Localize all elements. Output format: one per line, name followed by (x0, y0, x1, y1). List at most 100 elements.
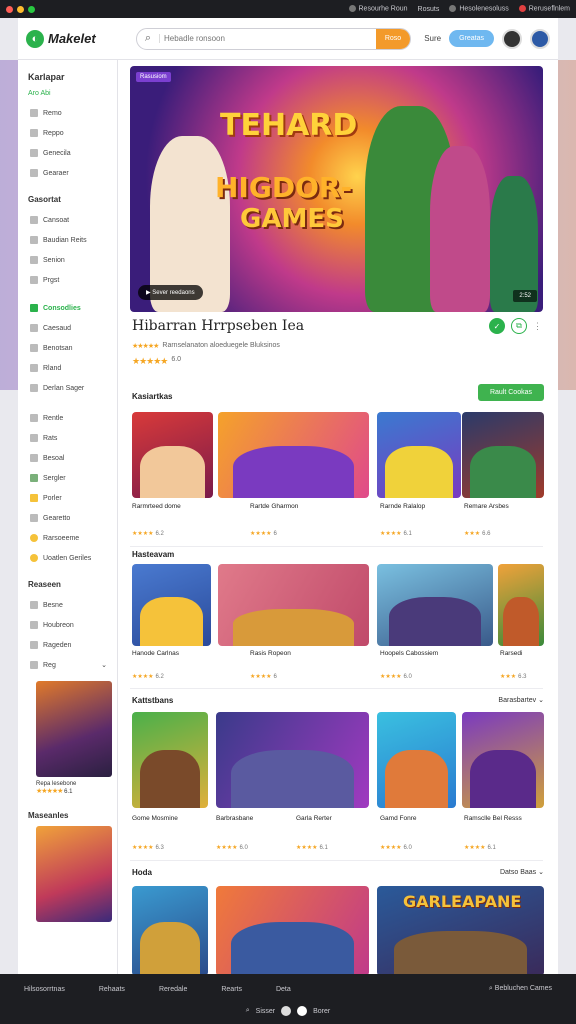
sidebar-item[interactable]: Prgst (24, 270, 111, 290)
game-card[interactable] (377, 564, 493, 646)
topbar-link[interactable]: Rosuts (418, 6, 440, 13)
search-button[interactable]: Roso (376, 28, 410, 49)
search-input[interactable] (159, 34, 376, 43)
check-icon[interactable]: ✓ (489, 318, 505, 334)
star-rating-icon: ★★★★★ (132, 356, 168, 366)
game-card[interactable]: GARLEAPANE (377, 886, 544, 974)
game-card[interactable] (216, 886, 369, 974)
featured-title-row: Hibarran Hrrpseben Iea ✓ ⧉ ⋮ (132, 318, 542, 334)
game-card[interactable] (132, 412, 213, 498)
card-art (233, 609, 354, 646)
card-art (139, 750, 201, 808)
section-title: Hoda (132, 868, 152, 877)
game-card[interactable] (377, 712, 456, 808)
sidebar-item[interactable]: Derlan Sager (24, 378, 111, 398)
game-card[interactable] (498, 564, 544, 646)
coin-icon (30, 554, 38, 562)
section-link[interactable]: Datso Baas ⌄ (500, 868, 544, 876)
sidebar-item[interactable]: Sergler (24, 468, 111, 488)
footer-link[interactable]: Rehaats (99, 986, 125, 993)
square-icon (30, 384, 38, 392)
game-card[interactable] (132, 712, 208, 808)
hero-banner[interactable]: Rasusiom TEHARD HIGDOR- GAMES ▶ Sever re… (130, 66, 543, 312)
topbar-link[interactable]: Resourhe Roun (348, 5, 408, 13)
header-link[interactable]: Sure (424, 34, 441, 43)
footer-link[interactable]: ⌕ Bebluchen Cames (489, 985, 552, 993)
game-card[interactable] (462, 712, 544, 808)
avatar[interactable] (530, 28, 550, 49)
more-icon[interactable]: ⋮ (533, 321, 542, 332)
square-icon (30, 129, 38, 137)
game-card[interactable] (377, 412, 461, 498)
sidebar-item[interactable]: Rarsoeeme (24, 528, 111, 548)
header: ◐ Makelet ⌕ Roso Sure Greatas (18, 18, 558, 60)
sidebar-game-card[interactable] (36, 681, 112, 777)
game-card[interactable] (132, 564, 211, 646)
hero-title-line: HIGDOR- (215, 171, 353, 204)
footer-link[interactable]: Sisser (256, 1008, 275, 1015)
logo-icon: ◐ (26, 29, 44, 48)
sidebar-section-title: Reaseen (28, 580, 61, 589)
sidebar-item[interactable]: Houbreon (24, 615, 111, 635)
gear-icon (30, 169, 38, 177)
card-label: Rarsedi (500, 650, 523, 657)
footer-link[interactable]: Rearts (221, 986, 242, 993)
sidebar-item[interactable]: Besne (24, 595, 111, 615)
game-card[interactable] (216, 712, 369, 808)
sidebar-game-card[interactable] (36, 826, 112, 922)
sidebar-item[interactable]: Rageden (24, 635, 111, 655)
sidebar-item[interactable]: Remo (24, 103, 111, 123)
card-art (393, 931, 528, 974)
topbar-link[interactable]: Reruseflnlem (518, 5, 570, 13)
card-label: Garla Rerter (296, 815, 332, 822)
header-pill-button[interactable]: Greatas (449, 30, 494, 47)
square-icon (30, 514, 38, 522)
card-label: Remare Arsbes (464, 503, 509, 510)
card-art (139, 596, 204, 646)
logo[interactable]: ◐ Makelet (26, 29, 126, 48)
sidebar-item[interactable]: Rats (24, 428, 111, 448)
sidebar-item[interactable]: Baudian Reits (24, 230, 111, 250)
hero-play-button[interactable]: ▶ Sever reedaons (138, 285, 203, 300)
grid-icon (30, 304, 38, 312)
card-title-art: GARLEAPANE (403, 892, 522, 911)
footer-link[interactable]: Deta (276, 986, 291, 993)
game-card[interactable] (218, 412, 369, 498)
section-link[interactable]: Barasbartev ⌄ (498, 696, 544, 704)
close-dot[interactable] (6, 5, 13, 13)
sidebar-item[interactable]: Besoal (24, 448, 111, 468)
sidebar-item[interactable]: Porler (24, 488, 111, 508)
footer-brand[interactable]: Hilsosorrtnas (24, 986, 65, 993)
sidebar-item[interactable]: Senion (24, 250, 111, 270)
star-rating-icon: ★★★★★ (36, 788, 63, 795)
sidebar-subtitle[interactable]: Aro Abi (28, 90, 111, 97)
sidebar-item[interactable]: Rentle (24, 408, 111, 428)
sidebar-item[interactable]: Uoatlen Geriles (24, 548, 111, 568)
sidebar-item[interactable]: Genecila (24, 143, 111, 163)
topbar-link[interactable]: Hesolenesoluss (449, 5, 509, 13)
sidebar-item[interactable]: Cansoat (24, 210, 111, 230)
sidebar-item[interactable]: Rland (24, 358, 111, 378)
game-card[interactable] (462, 412, 544, 498)
sidebar-item-active[interactable]: Consodlies (24, 298, 111, 318)
sidebar-item[interactable]: Gearetto (24, 508, 111, 528)
sidebar-item[interactable]: Reg ⌄ (24, 655, 111, 675)
sidebar-item[interactable]: Gearaer (24, 163, 111, 183)
sidebar-item[interactable]: Caesaud (24, 318, 111, 338)
card-art (470, 446, 536, 498)
game-card[interactable] (218, 564, 369, 646)
card-art (385, 446, 453, 498)
game-card[interactable] (132, 886, 208, 974)
section-button[interactable]: Rault Cookas (477, 384, 544, 401)
maximize-dot[interactable] (28, 5, 35, 13)
minimize-dot[interactable] (17, 5, 24, 13)
share-icon[interactable]: ⧉ (511, 318, 527, 334)
sidebar-item[interactable]: Benotsan (24, 338, 111, 358)
sidebar-item[interactable]: Reppo (24, 123, 111, 143)
section-title: Kasiartkas (132, 392, 173, 401)
footer-link[interactable]: Borer (313, 1008, 330, 1015)
search-bar: ⌕ Roso (136, 27, 411, 50)
footer-link[interactable]: Reredale (159, 986, 187, 993)
circle-icon (281, 1006, 292, 1016)
avatar[interactable] (502, 28, 522, 49)
